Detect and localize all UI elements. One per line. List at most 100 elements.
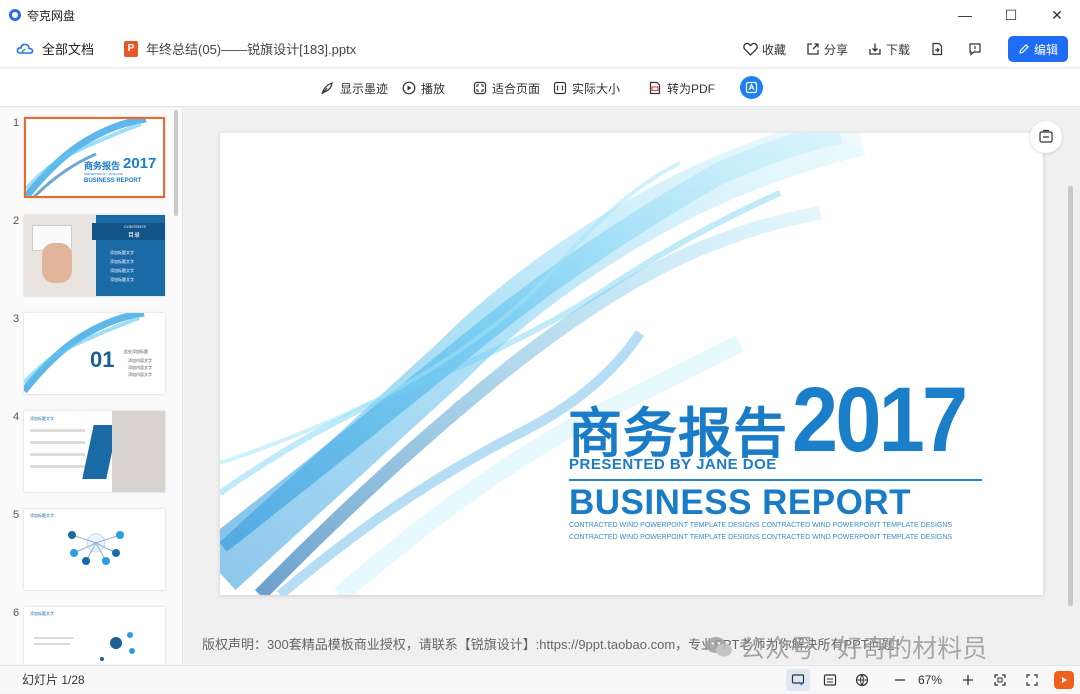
slide-view-icon bbox=[791, 674, 805, 686]
layout-panel-icon bbox=[1039, 129, 1053, 143]
thumbnail-slide-4[interactable]: 4 添加标题文字 bbox=[0, 411, 180, 501]
thumbnail-slide-5[interactable]: 5 添加标题文字 bbox=[0, 509, 180, 599]
edit-label: 编辑 bbox=[1033, 42, 1058, 57]
thumb2-header: CONTENTS bbox=[124, 224, 146, 229]
thumb1-sub: BUSINESS REPORT bbox=[84, 178, 142, 184]
thumbnail-image: 商务报告 2017 PRESENTED BY JANE DOE BUSINESS… bbox=[24, 117, 165, 198]
slide-year: 2017 bbox=[792, 369, 968, 471]
thumbnail-image: 添加标题文字 bbox=[24, 411, 165, 492]
download-label: 下载 bbox=[885, 42, 910, 57]
maximize-button[interactable]: ☐ bbox=[988, 0, 1034, 30]
status-bar: 幻灯片 1/28 67% bbox=[0, 665, 1080, 693]
minimize-button[interactable]: — bbox=[942, 0, 988, 30]
zoom-level[interactable]: 67% bbox=[918, 673, 942, 687]
show-ink-label: 显示墨迹 bbox=[340, 81, 389, 96]
thumbnail-number: 3 bbox=[13, 313, 20, 325]
pen-icon bbox=[1019, 44, 1029, 54]
notes-view-button[interactable] bbox=[818, 669, 842, 691]
heart-icon bbox=[743, 42, 758, 56]
thumb1-presented: PRESENTED BY JANE DOE bbox=[84, 172, 123, 176]
thumbnail-number: 5 bbox=[13, 509, 20, 521]
slide-title-english: BUSINESS REPORT bbox=[569, 483, 911, 522]
slide-thumbnail-panel: 1 商务报告 2017 PRESENTED BY JANE DOE BUSINE… bbox=[0, 108, 183, 664]
title-bar: 夸克网盘 — ☐ ✕ bbox=[0, 0, 1080, 30]
file-tab[interactable]: P 年终总结(05)——锐旗设计[183].pptx bbox=[124, 39, 356, 58]
app-logo-icon bbox=[9, 9, 21, 21]
slide-view: 商务报告 2017 PRESENTED BY JANE DOE BUSINESS… bbox=[184, 108, 1080, 664]
fullscreen-button[interactable] bbox=[1020, 669, 1044, 691]
window-controls: — ☐ ✕ bbox=[942, 0, 1080, 30]
thumb1-title: 商务报告 bbox=[84, 161, 121, 171]
watermark: 公众号 · 好奇的材料员 bbox=[704, 629, 987, 665]
thumb4-title: 添加标题文字 bbox=[30, 416, 54, 421]
main-scrollbar[interactable] bbox=[1068, 186, 1073, 606]
slideshow-button[interactable] bbox=[1054, 671, 1074, 689]
fit-page-icon bbox=[473, 81, 487, 95]
slide-divider bbox=[569, 479, 982, 481]
play-icon bbox=[1062, 677, 1067, 683]
download-button[interactable]: 下载 bbox=[868, 41, 910, 58]
thumb1-year: 2017 bbox=[123, 155, 157, 172]
all-docs-link[interactable]: 全部文档 bbox=[16, 39, 94, 58]
document-bar: 全部文档 P 年终总结(05)——锐旗设计[183].pptx 收藏 分享 下载 bbox=[0, 30, 1080, 68]
actual-size-button[interactable]: 实际大小 bbox=[553, 69, 620, 107]
fit-page-button[interactable]: 适合页面 bbox=[473, 69, 540, 107]
thumbnail-number: 4 bbox=[13, 411, 20, 423]
share-label: 分享 bbox=[823, 42, 848, 57]
fit-window-button[interactable] bbox=[988, 669, 1012, 691]
thumbnail-image: 01 此处添加标题 添加内容文字 添加内容文字 添加内容文字 bbox=[24, 313, 165, 394]
pptx-file-icon: P bbox=[124, 40, 139, 57]
document-actions: 收藏 分享 下载 编辑 bbox=[723, 30, 1068, 68]
zoom-out-button[interactable] bbox=[888, 669, 912, 691]
all-docs-label: 全部文档 bbox=[42, 42, 95, 57]
file-name: 年终总结(05)——锐旗设计[183].pptx bbox=[146, 42, 357, 57]
thumb2-items: 添加标题文字 添加标题文字 添加标题文字 添加标题文字 bbox=[110, 250, 134, 282]
ai-assistant-button[interactable] bbox=[740, 76, 763, 99]
app-title: 夸克网盘 bbox=[27, 8, 76, 23]
show-ink-button[interactable]: 显示墨迹 bbox=[320, 69, 388, 107]
thumbnail-slide-3[interactable]: 3 01 此处添加标题 添加内容文字 添加内容文字 添加内容文字 bbox=[0, 313, 180, 403]
thumb3-items: 添加内容文字 添加内容文字 添加内容文字 bbox=[128, 358, 152, 377]
actual-size-label: 实际大小 bbox=[572, 81, 621, 96]
share-icon bbox=[807, 43, 819, 55]
edit-button[interactable]: 编辑 bbox=[1008, 36, 1068, 62]
slide-description: CONTRACTED WIND POWERPOINT TEMPLATE DESI… bbox=[569, 522, 953, 541]
favorite-button[interactable]: 收藏 bbox=[743, 41, 786, 58]
watermark-text: 公众号 · 好奇的材料员 bbox=[740, 635, 988, 663]
view-toolbar: 显示墨迹 播放 适合页面 实际大小 转为PDF bbox=[0, 69, 1080, 107]
thumb3-title: 此处添加标题 bbox=[124, 349, 148, 354]
convert-pdf-label: 转为PDF bbox=[667, 81, 716, 96]
open-file-icon bbox=[932, 42, 943, 56]
thumbnail-number: 1 bbox=[13, 117, 20, 129]
convert-pdf-button[interactable]: 转为PDF bbox=[648, 69, 715, 107]
thumbnail-slide-1[interactable]: 1 商务报告 2017 PRESENTED BY JANE DOE BUSINE… bbox=[0, 117, 180, 207]
thumbnail-number: 6 bbox=[13, 607, 20, 619]
app-window: 夸克网盘 — ☐ ✕ 全部文档 P 年终总结(05)——锐旗设计[183].pp… bbox=[0, 0, 1080, 693]
status-controls: 67% bbox=[778, 666, 1074, 694]
thumb2-title: 目录 bbox=[128, 233, 141, 239]
feedback-button[interactable] bbox=[968, 42, 986, 56]
ai-edit-icon bbox=[745, 81, 758, 94]
close-button[interactable]: ✕ bbox=[1034, 0, 1080, 30]
globe-icon bbox=[855, 673, 869, 687]
play-button[interactable]: 播放 bbox=[402, 69, 445, 107]
thumbnail-slide-6[interactable]: 6 添加标题文字 bbox=[0, 607, 180, 664]
fullscreen-icon bbox=[1026, 674, 1038, 686]
side-tool-button[interactable] bbox=[1030, 121, 1062, 153]
web-view-button[interactable] bbox=[850, 669, 874, 691]
play-circle-icon bbox=[402, 81, 416, 95]
cloud-icon bbox=[16, 43, 34, 54]
feedback-icon bbox=[969, 43, 981, 56]
thumbnail-number: 2 bbox=[13, 215, 20, 227]
thumbnail-slide-2[interactable]: 2 CONTENTS 目录 添加标题文字 添加标题文字 添加标题文字 添加标题文字 bbox=[0, 215, 180, 305]
page-indicator: 幻灯片 1/28 bbox=[22, 673, 85, 687]
normal-view-button[interactable] bbox=[785, 669, 810, 691]
thumb3-big-number: 01 bbox=[90, 347, 115, 372]
thumb4-photo bbox=[112, 411, 165, 492]
share-button[interactable]: 分享 bbox=[806, 41, 848, 58]
fit-page-label: 适合页面 bbox=[492, 81, 541, 96]
wechat-icon bbox=[706, 637, 732, 657]
zoom-in-button[interactable] bbox=[956, 669, 980, 691]
download-icon bbox=[869, 43, 881, 55]
open-external-button[interactable] bbox=[930, 42, 948, 56]
